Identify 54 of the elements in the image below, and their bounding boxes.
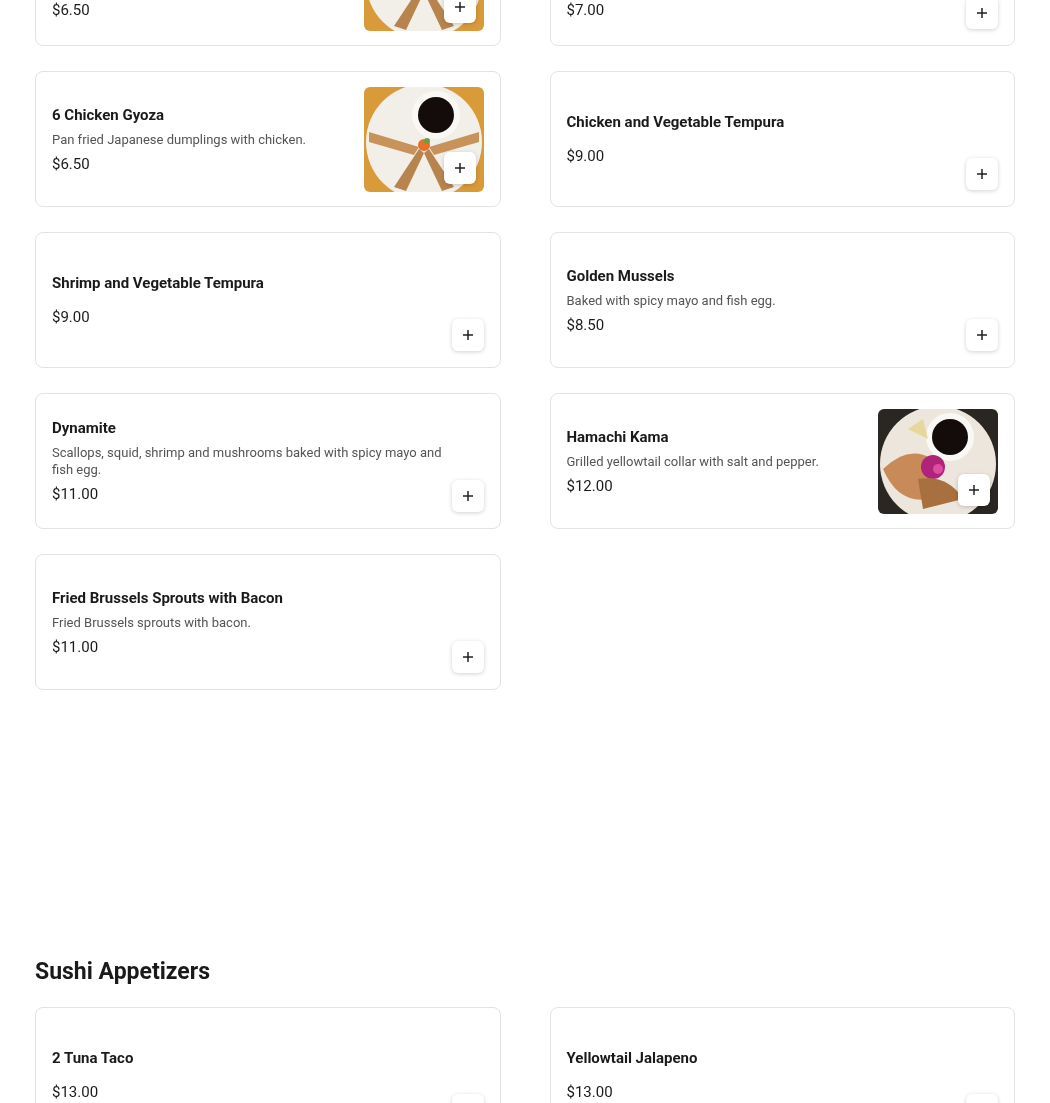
item-price: $7.00: [566, 0, 605, 20]
item-title: Chicken and Vegetable Tempura: [566, 112, 786, 132]
item-title: Shrimp and Vegetable Tempura: [52, 273, 265, 293]
item-title: Hamachi Kama: [566, 426, 670, 447]
menu-item-card[interactable]: 6 Chicken Gyoza Pan fried Japanese dumplings with chicken. $6.50: [35, 71, 501, 207]
menu-item-card[interactable]: $7.00: [549, 0, 1015, 46]
item-title: 2 Tuna Taco: [52, 1048, 135, 1068]
add-button[interactable]: [443, 0, 476, 23]
menu-item-card[interactable]: Chicken and Vegetable Tempura $9.00: [549, 71, 1015, 207]
menu-item-card[interactable]: $6.50: [35, 0, 501, 46]
add-button[interactable]: [451, 319, 484, 351]
item-price: $13.00: [566, 1082, 613, 1102]
plus-icon: [461, 329, 474, 341]
item-title: Fried Brussels Sprouts with Bacon: [52, 587, 284, 608]
item-title: 6 Chicken Gyoza: [52, 104, 166, 125]
item-description: Fried Brussels sprouts with bacon.: [52, 613, 252, 631]
item-price: $9.00: [52, 307, 90, 327]
plus-icon: [976, 7, 988, 19]
item-price: $6.50: [52, 153, 90, 174]
item-price: $11.00: [52, 484, 99, 504]
menu-item-card[interactable]: Hamachi Kama Grilled yellowtail collar with salt and pepper. $12.00: [549, 393, 1015, 529]
item-price: $6.50: [52, 0, 90, 20]
menu-item-card[interactable]: Fried Brussels Sprouts with Bacon Fried Brussels sprouts with bacon. $11.00: [35, 554, 501, 690]
item-description: Pan fried Japanese dumplings with chicken.: [52, 130, 308, 148]
item-title: Yellowtail Jalapeno: [566, 1048, 699, 1068]
plus-icon: [976, 168, 988, 180]
add-button[interactable]: [966, 319, 998, 351]
menu-item-card[interactable]: 2 Tuna Taco $13.00: [35, 1007, 501, 1103]
add-button[interactable]: [451, 641, 484, 673]
item-description: Grilled yellowtail collar with salt and pepper.: [566, 452, 820, 470]
plus-icon: [461, 490, 474, 502]
item-price: $13.00: [52, 1082, 99, 1102]
menu-item-card[interactable]: Dynamite Scallops, squid, shrimp and mushrooms baked with spicy mayo and fish egg. $11.00: [35, 393, 501, 529]
add-button[interactable]: [451, 480, 484, 512]
menu-item-card[interactable]: Golden Mussels Baked with spicy mayo and fish egg. $8.50: [549, 232, 1015, 368]
item-title: Dynamite: [52, 418, 117, 438]
item-price: $11.00: [52, 636, 99, 657]
plus-icon: [453, 0, 466, 13]
add-button[interactable]: [966, 0, 998, 29]
plus-icon: [461, 651, 474, 663]
section-heading: Sushi Appetizers: [35, 957, 211, 987]
menu-item-card[interactable]: Shrimp and Vegetable Tempura $9.00: [35, 232, 501, 368]
item-price: $12.00: [566, 475, 613, 496]
plus-icon: [453, 161, 466, 174]
menu-item-card[interactable]: Yellowtail Jalapeno $13.00: [549, 1007, 1015, 1103]
item-price: $8.50: [566, 314, 605, 335]
item-title: Golden Mussels: [566, 265, 676, 286]
add-button[interactable]: [966, 158, 998, 190]
plus-icon: [968, 483, 980, 496]
plus-icon: [976, 329, 988, 341]
item-description: Scallops, squid, shrimp and mushrooms baked with spicy mayo and fish egg.: [52, 444, 443, 478]
item-price: $9.00: [566, 146, 605, 166]
add-button[interactable]: [958, 473, 990, 506]
item-description: Baked with spicy mayo and fish egg.: [566, 291, 777, 309]
